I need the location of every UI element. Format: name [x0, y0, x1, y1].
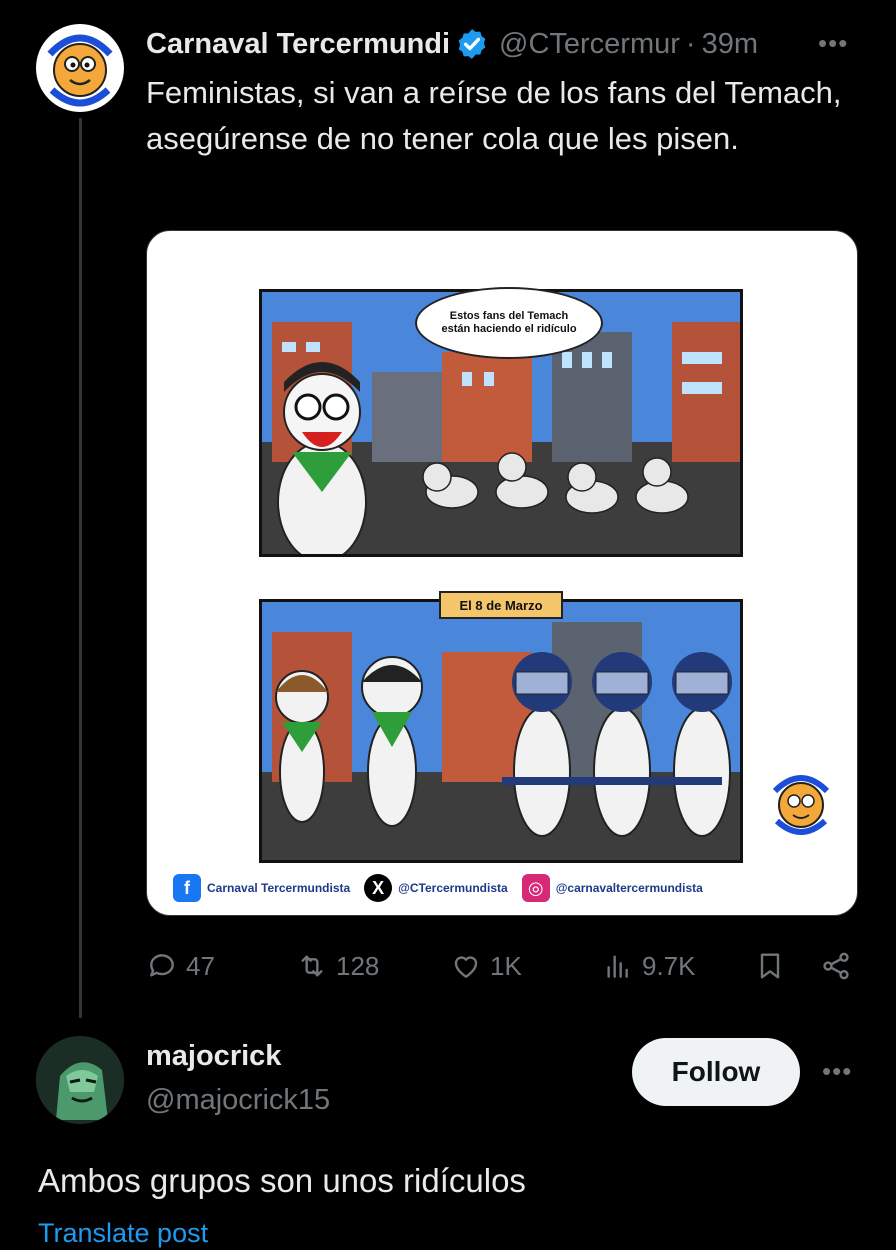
- social-label-x: @CTercermundista: [398, 881, 508, 895]
- comic-panel-bottom: [259, 599, 743, 863]
- post-text: Feministas, si van a reírse de los fans …: [146, 75, 842, 156]
- post-action-bar: 47 128 1K 9.7K: [146, 946, 858, 986]
- reply-icon: [150, 954, 174, 977]
- views-count: 9.7K: [642, 950, 696, 981]
- like-button[interactable]: 1K: [450, 946, 522, 986]
- reply-author-handle[interactable]: @majocrick15: [146, 1084, 330, 1117]
- post-header: Carnaval Tercermundista @CTercermur · 39…: [146, 24, 758, 64]
- share-icon: [823, 952, 849, 980]
- bookmark-button[interactable]: [754, 946, 794, 986]
- instagram-icon: ◎: [521, 874, 550, 902]
- speech-bubble: Estos fans del Temach están haciendo el …: [415, 287, 603, 359]
- reply-author-avatar[interactable]: [36, 1036, 124, 1124]
- carnaval-logo-avatar: [38, 26, 122, 110]
- heart-icon: [454, 956, 478, 978]
- facebook-icon: f: [173, 874, 201, 902]
- thread-line: [79, 118, 82, 1018]
- repost-count: 128: [336, 950, 380, 981]
- x-logo-icon: X: [364, 874, 393, 902]
- repost-icon: [301, 955, 323, 977]
- share-button[interactable]: [820, 946, 860, 986]
- green-character-avatar: [36, 1036, 124, 1124]
- reply-more-options-icon[interactable]: •••: [822, 1056, 852, 1087]
- bookmark-icon: [760, 953, 780, 979]
- like-count: 1K: [490, 950, 522, 981]
- views-button[interactable]: 9.7K: [602, 946, 696, 986]
- translate-post-link[interactable]: Translate post: [38, 1218, 208, 1249]
- author-avatar[interactable]: [36, 24, 124, 112]
- social-label-instagram: @carnavaltercermundista: [555, 881, 703, 895]
- more-options-icon[interactable]: •••: [818, 28, 848, 59]
- post-media-image[interactable]: Estos fans del Temach están haciendo el …: [146, 230, 858, 916]
- post-time[interactable]: 39m: [702, 28, 758, 61]
- verified-badge-icon: [458, 29, 486, 59]
- date-tag: El 8 de Marzo: [439, 591, 563, 619]
- reply-author-name[interactable]: majocrick: [146, 1040, 281, 1073]
- views-chart-icon: [607, 955, 628, 978]
- follow-button[interactable]: Follow: [632, 1038, 800, 1106]
- social-label-facebook: Carnaval Tercermundista: [207, 881, 351, 895]
- author-display-name[interactable]: Carnaval Tercermundista: [146, 28, 451, 61]
- reply-button[interactable]: 47: [146, 946, 215, 986]
- separator-dot: ·: [685, 27, 696, 60]
- author-handle[interactable]: @CTercermur: [499, 28, 680, 61]
- reply-text: Ambos grupos son unos ridículos: [38, 1162, 526, 1199]
- repost-button[interactable]: 128: [296, 946, 379, 986]
- reply-count: 47: [186, 950, 215, 981]
- social-handles-bar: f Carnaval Tercermundista X @CTercermund…: [173, 871, 833, 905]
- carnaval-mascot-logo: [765, 767, 837, 839]
